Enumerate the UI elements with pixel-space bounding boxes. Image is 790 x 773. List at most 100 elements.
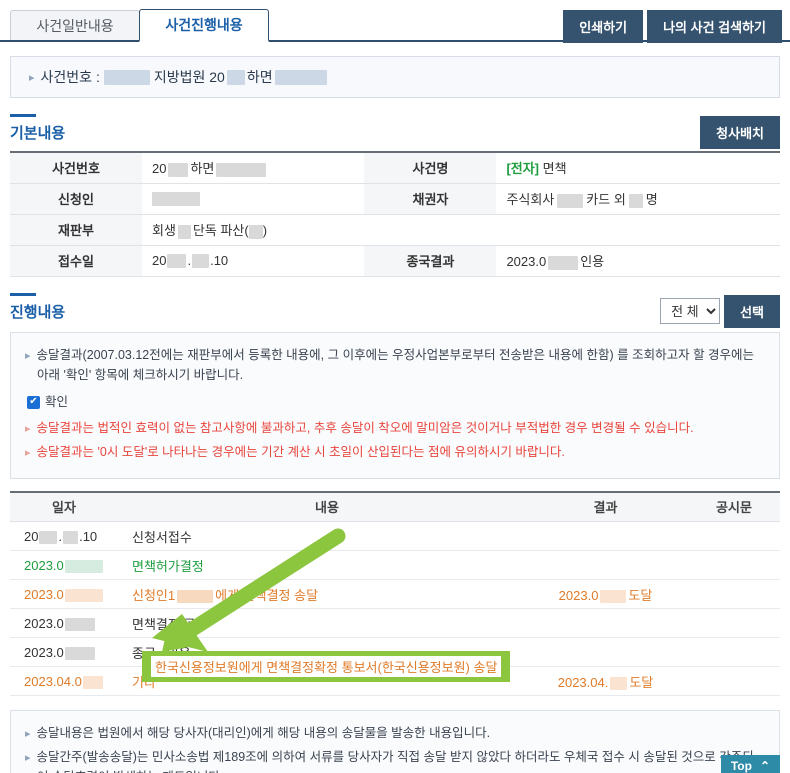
section-accent-bar <box>10 292 36 296</box>
progress-controls: 전 체 선택 <box>660 294 780 328</box>
column-header-date: 일자 <box>10 490 118 523</box>
value-receipt-date: 20. .10 <box>142 244 365 277</box>
label-applicant: 신청인 <box>10 182 142 215</box>
cell-content[interactable]: 면책허가결정 <box>118 550 523 581</box>
cell-date: 2023.0 <box>10 608 118 639</box>
value-final-result: 2023.0 인용 <box>496 244 780 277</box>
division-text: 회생 <box>152 223 176 238</box>
redacted-block <box>64 617 95 631</box>
bullet-icon: ▸ <box>25 349 31 362</box>
footer-notice-1: ▸ 송달내용은 법원에서 해당 당사자(대리인)에게 해당 내용의 송달물을 발송… <box>25 723 763 744</box>
section-accent-bar <box>10 114 36 117</box>
cell-notice <box>688 608 780 639</box>
progress-filter-select[interactable]: 전 체 <box>660 298 721 324</box>
redacted-block <box>177 224 191 239</box>
redacted-applicant-name <box>152 192 200 207</box>
dot: . <box>58 528 63 544</box>
cell-content: 신청서접수 <box>118 521 523 552</box>
date-day: .10 <box>79 528 98 544</box>
tab-case-general[interactable]: 사건일반내용 <box>10 10 140 40</box>
redacted-year <box>226 69 245 85</box>
progress-section: 진행내용 전 체 선택 <box>10 292 780 328</box>
label-creditor: 채권자 <box>364 182 497 215</box>
case-name-text: 면책 <box>542 161 567 177</box>
notice-text-red-2: 송달결과는 '0시 도달'로 나타나는 경우에는 기간 계산 시 초일이 산입된… <box>36 445 565 459</box>
basic-info-title: 기본내용 <box>10 125 66 142</box>
tab-case-progress[interactable]: 사건진행내용 <box>139 9 269 42</box>
cell-content[interactable]: 신청인1 에게 면책결정 송달 <box>118 579 523 610</box>
result-date: 2023.04. <box>557 674 609 690</box>
result-text: 도달 <box>628 587 653 603</box>
tab-case-general-label: 사건일반내용 <box>36 17 114 34</box>
cell-result <box>523 637 688 668</box>
footer-notice-text-1: 송달내용은 법원에서 해당 당사자(대리인)에게 해당 내용의 송달물을 발송한… <box>36 726 491 741</box>
division-text-2: 단독 파산( <box>192 223 249 238</box>
value-applicant <box>142 182 365 215</box>
cell-date: 2023.0 <box>10 579 118 610</box>
cell-result <box>523 521 688 552</box>
search-my-case-button[interactable]: 나의 사건 검색하기 <box>647 10 782 43</box>
redacted-block <box>64 646 95 660</box>
table-row: 재판부 회생 단독 파산() <box>10 213 780 246</box>
tab-bar: 사건일반내용 사건진행내용 인쇄하기 나의 사건 검색하기 <box>0 6 790 43</box>
basic-info-table: 사건번호 20 하면 사건명 [전자] 면책 신청인 채권자 주식회사 카드 외 명 <box>10 151 780 277</box>
redacted-block <box>557 193 584 208</box>
cell-content: 면책결정 공고 <box>118 608 523 639</box>
cell-date: 2023.04.0 <box>10 666 118 697</box>
final-result-text: 인용 <box>580 254 605 269</box>
cell-notice <box>688 579 780 610</box>
case-number-banner: ▸ 사건번호 : 지방법원 20 하면 <box>10 56 780 98</box>
redacted-block <box>248 224 263 239</box>
case-number-type: 하면 <box>246 69 273 85</box>
redacted-block <box>168 162 189 177</box>
cell-date: 2023.0 <box>10 637 118 668</box>
case-number-label: 사건번호 : <box>40 69 100 85</box>
notice-text-red-1: 송달결과는 법적인 효력이 없는 참고사항에 불과하고, 추후 송달이 착오에 … <box>36 421 694 436</box>
footer-notice-text-2: 송달간주(발송송달)는 민사소송법 제189조에 의하여 서류를 당사자가 직접… <box>36 749 754 773</box>
redacted-block <box>610 676 628 690</box>
notice-text-1: 송달결과(2007.03.12전에는 재판부에서 등록한 내용에, 그 이후에는… <box>36 347 755 383</box>
creditor-text: 주식회사 <box>506 192 555 207</box>
top-button-wrap: Top ⌃ <box>720 755 780 773</box>
bullet-icon: ▸ <box>29 71 35 84</box>
redacted-block <box>600 589 627 603</box>
table-row: 신청인 채권자 주식회사 카드 외 명 <box>10 182 780 215</box>
case-number-kind: 하면 <box>190 161 215 177</box>
bullet-icon: ▸ <box>25 423 31 436</box>
table-row: 2023.0 면책결정 공고 <box>10 608 780 639</box>
receipt-year: 20 <box>152 252 167 268</box>
table-row: 2023.0 신청인1 에게 면책결정 송달 2023.0 도달 <box>10 579 780 610</box>
redacted-block <box>64 559 103 573</box>
cell-result <box>523 608 688 639</box>
redacted-block <box>39 530 58 544</box>
redacted-block <box>177 589 214 603</box>
courthouse-layout-button[interactable]: 청사배치 <box>700 116 780 149</box>
chevron-up-icon: ⌃ <box>759 759 770 773</box>
top-button-label: Top <box>730 759 752 773</box>
select-button[interactable]: 선택 <box>724 294 780 328</box>
final-result-date: 2023.0 <box>506 254 547 269</box>
column-header-notice: 공시문 <box>688 490 780 523</box>
redacted-block <box>628 193 643 208</box>
division-text-3: ) <box>262 223 268 238</box>
cell-date: 20. .10 <box>10 521 118 552</box>
case-progress-page: 사건일반내용 사건진행내용 인쇄하기 나의 사건 검색하기 ▸ 사건번호 : 지… <box>0 6 790 773</box>
redacted-block <box>63 530 79 544</box>
print-button[interactable]: 인쇄하기 <box>563 10 644 43</box>
redacted-block <box>548 255 579 270</box>
value-court-division: 회생 단독 파산() <box>142 213 780 246</box>
cell-result: 2023.0 도달 <box>523 579 688 610</box>
highlight-annotation-box: 한국신용정보원에게 면책결정확정 통보서(한국신용정보원) 송달 <box>142 650 511 682</box>
scroll-to-top-button[interactable]: Top ⌃ <box>720 755 780 773</box>
cell-result: 2023.04. 도달 <box>523 666 688 697</box>
column-header-result: 결과 <box>523 490 688 523</box>
basic-info-section: 기본내용 청사배치 사건번호 20 하면 사건명 [전자] 면책 신청인 채권자… <box>10 114 780 277</box>
redacted-block <box>167 254 187 269</box>
check-icon[interactable]: ✔ <box>27 395 40 409</box>
bullet-icon: ▸ <box>25 447 31 459</box>
confirm-checkbox-row[interactable]: ✔ 확인 <box>27 392 763 413</box>
table-row: 2023.0 면책허가결정 <box>10 550 780 581</box>
value-creditor: 주식회사 카드 외 명 <box>496 182 780 215</box>
cell-notice <box>688 550 780 581</box>
notice-line-red-2: ▸ 송달결과는 '0시 도달'로 나타나는 경우에는 기간 계산 시 초일이 산입… <box>25 442 763 463</box>
